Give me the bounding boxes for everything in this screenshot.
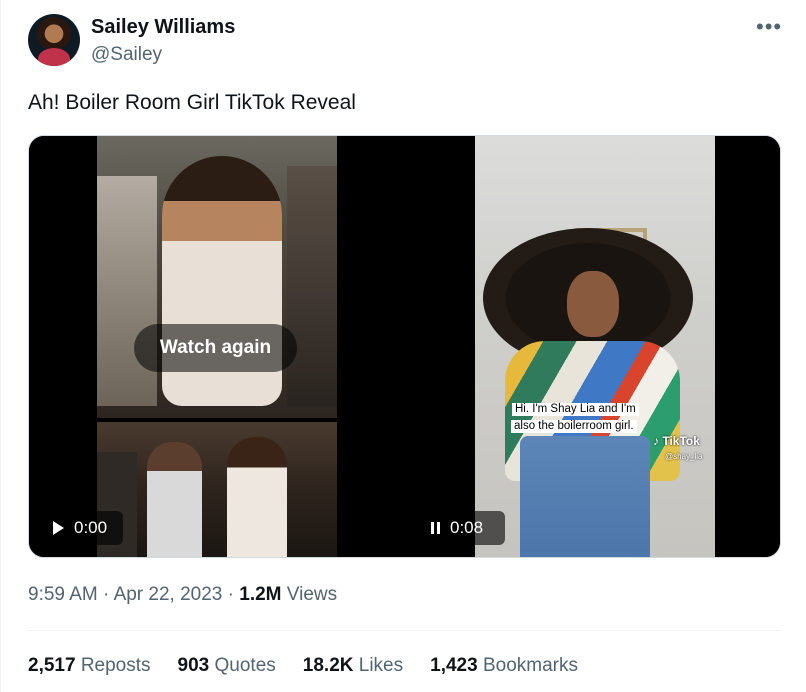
views-count[interactable]: 1.2M xyxy=(239,584,281,605)
video-1-time: 0:00 xyxy=(74,518,108,537)
tweet: Sailey Williams @Sailey ••• Ah! Boiler R… xyxy=(0,0,806,692)
reposts-stat[interactable]: 2,517 Reposts xyxy=(28,655,151,677)
media-grid: Watch again 0:00 Hi. I'm Shay Lia and I'… xyxy=(28,135,781,558)
video-caption-line-2: also the boilerroom girl. xyxy=(511,420,637,433)
watch-again-button[interactable]: Watch again xyxy=(134,324,297,372)
tweet-meta: 9:59 AM · Apr 22, 2023 · 1.2M Views xyxy=(28,584,337,606)
meta-separator: · xyxy=(103,584,110,605)
video-player-2[interactable]: Hi. I'm Shay Lia and I'm also the boiler… xyxy=(407,136,780,557)
quotes-label: Quotes xyxy=(214,655,276,676)
video-1-time-badge[interactable]: 0:00 xyxy=(41,511,123,545)
avatar[interactable] xyxy=(28,14,80,66)
play-icon[interactable] xyxy=(53,521,64,535)
video-1-frame-bottom xyxy=(97,422,337,557)
likes-count: 18.2K xyxy=(302,655,354,676)
tiktok-watermark: ♪ TikTok xyxy=(653,434,700,448)
likes-stat[interactable]: 18.2K Likes xyxy=(303,655,403,677)
bookmarks-stat[interactable]: 1,423 Bookmarks xyxy=(430,655,578,677)
video-2-frame xyxy=(475,136,715,557)
reposts-count: 2,517 xyxy=(28,655,76,676)
bookmarks-label: Bookmarks xyxy=(482,655,578,676)
video-caption-line-1: Hi. I'm Shay Lia and I'm xyxy=(512,403,639,416)
video-1-frame-top xyxy=(97,136,337,418)
user-handle[interactable]: @Sailey xyxy=(91,44,162,66)
tweet-date[interactable]: Apr 22, 2023 xyxy=(114,584,223,605)
bookmarks-count: 1,423 xyxy=(430,655,478,676)
pause-icon[interactable] xyxy=(431,522,440,534)
tiktok-watermark-user: @shay_lia xyxy=(665,452,703,461)
reposts-label: Reposts xyxy=(80,655,151,676)
more-options-icon[interactable]: ••• xyxy=(756,14,782,40)
video-2-time-badge[interactable]: 0:08 xyxy=(419,511,505,545)
user-name[interactable]: Sailey Williams xyxy=(91,16,235,39)
quotes-stat[interactable]: 903 Quotes xyxy=(178,655,276,677)
divider xyxy=(28,630,781,631)
tweet-time[interactable]: 9:59 AM xyxy=(28,584,98,605)
views-label: Views xyxy=(286,584,338,605)
video-player-1[interactable]: Watch again 0:00 xyxy=(29,136,404,557)
quotes-count: 903 xyxy=(177,655,210,676)
meta-separator: · xyxy=(227,584,234,605)
likes-label: Likes xyxy=(358,655,404,676)
engagement-stats: 2,517 Reposts 903 Quotes 18.2K Likes 1,4… xyxy=(28,655,578,677)
video-2-time: 0:08 xyxy=(450,518,484,537)
tweet-text: Ah! Boiler Room Girl TikTok Reveal xyxy=(28,91,356,114)
